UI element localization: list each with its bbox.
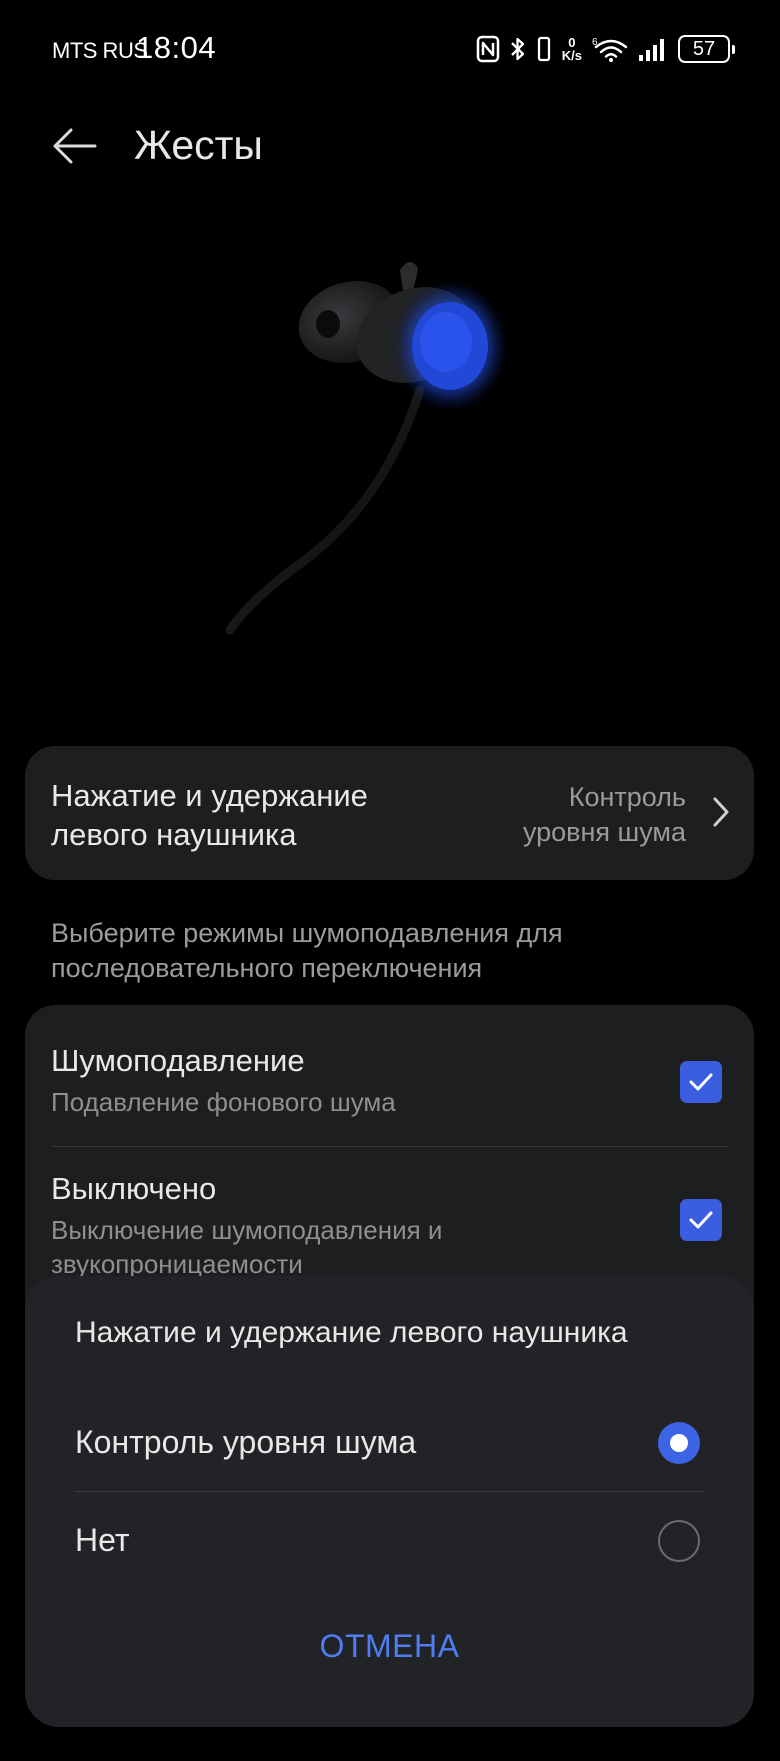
status-time: 18:04 [136, 30, 217, 65]
back-button[interactable] [48, 122, 100, 174]
gesture-setting-row[interactable]: Нажатие и удержание левого наушника Конт… [25, 746, 754, 880]
mode-title: Шумоподавление [51, 1043, 305, 1078]
gesture-action-dialog: Нажатие и удержание левого наушника Конт… [25, 1276, 754, 1727]
gesture-setting-value: Контроль уровня шума [522, 782, 686, 847]
vibrate-icon [536, 35, 552, 63]
checkmark-icon [689, 1073, 713, 1091]
option-noise-control[interactable]: Контроль уровня шума [75, 1394, 704, 1492]
status-icons: 0 K/s 6 57 [476, 32, 735, 66]
net-speed-unit: K/s [561, 48, 582, 63]
mode-checkbox[interactable] [680, 1061, 722, 1103]
gesture-setting-label: Нажатие и удержание левого наушника [51, 778, 368, 852]
chevron-right-icon [710, 796, 732, 833]
wifi-6-icon: 6 [592, 35, 628, 63]
arrow-left-icon [51, 126, 97, 171]
radio-unselected[interactable] [658, 1520, 700, 1562]
mode-title: Выключено [51, 1171, 217, 1206]
carrier-name: MTS RUS [52, 38, 148, 63]
battery-icon: 57 [678, 35, 735, 63]
earbud-illustration [210, 250, 550, 670]
app-header: Жесты [0, 112, 780, 182]
bluetooth-icon [510, 35, 526, 63]
status-bar: MTS RUS 18:04 0 K/s 6 57 [0, 0, 780, 96]
mode-description: Подавление фонового шума [51, 1087, 396, 1117]
section-hint: Выберите режимы шумоподавления для после… [51, 918, 563, 983]
battery-level: 57 [692, 37, 716, 60]
mode-row-noise-cancelling[interactable]: Шумоподавление Подавление фонового шума [51, 1041, 728, 1151]
signal-icon [638, 35, 668, 63]
nfc-icon [476, 35, 500, 63]
option-none[interactable]: Нет [75, 1492, 704, 1590]
mode-description: Выключение шумоподавления и звукопроница… [51, 1215, 443, 1279]
mode-checkbox[interactable] [680, 1199, 722, 1241]
net-speed: 0 K/s [562, 36, 582, 62]
radio-selected[interactable] [658, 1422, 700, 1464]
checkmark-icon [689, 1211, 713, 1229]
option-label: Контроль уровня шума [75, 1424, 417, 1460]
dialog-title: Нажатие и удержание левого наушника [75, 1316, 628, 1349]
cancel-button[interactable]: ОТМЕНА [25, 1628, 754, 1665]
option-label: Нет [75, 1522, 130, 1558]
divider [51, 1146, 728, 1147]
page-title: Жесты [134, 122, 263, 168]
